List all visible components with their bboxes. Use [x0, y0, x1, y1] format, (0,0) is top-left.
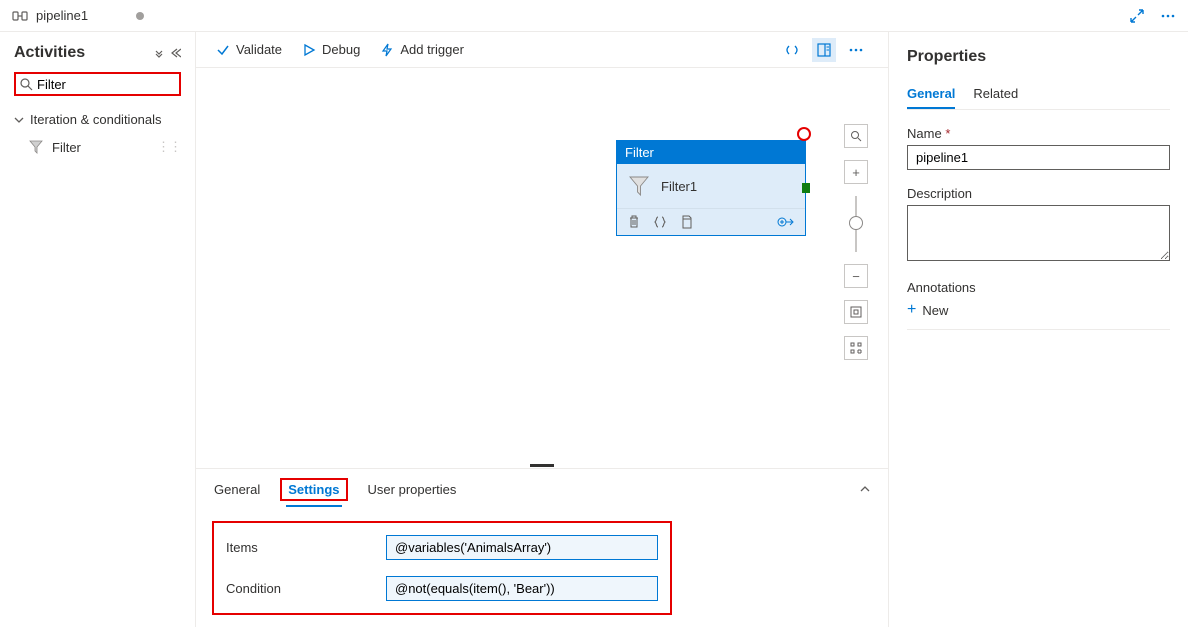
pipeline-canvas[interactable]: Filter Filter1 +: [196, 68, 888, 462]
activity-item-filter[interactable]: Filter ⋮⋮: [0, 133, 195, 161]
add-trigger-button[interactable]: Add trigger: [380, 42, 464, 57]
validate-button[interactable]: Validate: [216, 42, 282, 57]
activities-search-input[interactable]: [37, 77, 71, 92]
delete-icon[interactable]: [627, 215, 641, 229]
tab-title[interactable]: pipeline1: [36, 8, 88, 23]
collapse-panel-icon[interactable]: [858, 482, 872, 496]
drag-handle-icon: ⋮⋮: [157, 139, 181, 155]
canvas-controls: + −: [844, 124, 868, 372]
activities-sidebar: Activities Iteration & conditionals: [0, 32, 196, 627]
name-label: Name: [907, 126, 942, 141]
items-input[interactable]: [386, 535, 658, 560]
add-output-icon[interactable]: [777, 215, 795, 229]
properties-toggle-button[interactable]: [812, 38, 836, 62]
filter-icon: [627, 174, 651, 198]
activity-details-panel: General Settings User properties Items C…: [196, 468, 888, 627]
properties-tab-related[interactable]: Related: [973, 80, 1018, 109]
zoom-in-button[interactable]: +: [844, 160, 868, 184]
code-view-button[interactable]: [780, 38, 804, 62]
condition-input[interactable]: [386, 576, 658, 601]
node-type-label: Filter: [617, 141, 805, 164]
more-icon[interactable]: [1160, 8, 1176, 24]
filter-icon: [28, 139, 44, 155]
description-label: Description: [907, 186, 1170, 201]
pipeline-icon: [12, 8, 28, 24]
node-name: Filter1: [661, 179, 697, 194]
collapse-sidebar-icon[interactable]: [171, 47, 181, 59]
filter-activity-node[interactable]: Filter Filter1: [616, 140, 806, 236]
activity-group-iteration[interactable]: Iteration & conditionals: [0, 106, 195, 133]
search-icon: [20, 78, 33, 91]
canvas-search-button[interactable]: [844, 124, 868, 148]
properties-tab-general[interactable]: General: [907, 80, 955, 109]
plus-icon: +: [907, 301, 916, 319]
auto-layout-button[interactable]: [844, 336, 868, 360]
activity-group-label: Iteration & conditionals: [30, 112, 162, 127]
pipeline-name-input[interactable]: [907, 145, 1170, 170]
condition-label: Condition: [226, 581, 386, 596]
description-textarea[interactable]: [907, 205, 1170, 261]
properties-heading: Properties: [907, 48, 1170, 66]
braces-icon[interactable]: [653, 215, 667, 229]
tab-general[interactable]: General: [212, 474, 262, 505]
toolbar-more-icon[interactable]: [844, 38, 868, 62]
items-label: Items: [226, 540, 386, 555]
unsaved-indicator-icon: [136, 12, 144, 20]
fit-screen-button[interactable]: [844, 300, 868, 324]
activity-item-label: Filter: [52, 140, 81, 155]
chevron-down-icon: [14, 115, 24, 125]
zoom-out-button[interactable]: −: [844, 264, 868, 288]
expand-icon[interactable]: [1130, 9, 1144, 23]
new-annotation-button[interactable]: + New: [907, 301, 1170, 319]
collapse-groups-icon[interactable]: [153, 47, 165, 59]
editor-tab-bar: pipeline1: [0, 0, 1188, 32]
zoom-slider[interactable]: [855, 196, 857, 252]
debug-button[interactable]: Debug: [302, 42, 360, 57]
trigger-icon: [380, 43, 394, 57]
properties-panel: Properties General Related Name * Descri…: [888, 32, 1188, 627]
tab-settings[interactable]: Settings: [286, 474, 341, 507]
activities-heading: Activities: [14, 44, 153, 62]
activities-search[interactable]: [14, 72, 181, 96]
play-icon: [302, 43, 316, 57]
copy-icon[interactable]: [679, 215, 693, 229]
required-indicator: *: [945, 126, 950, 141]
output-port[interactable]: [802, 183, 810, 193]
validation-warning-icon: [797, 127, 811, 141]
tab-user-properties[interactable]: User properties: [366, 474, 459, 505]
annotations-label: Annotations: [907, 280, 1170, 295]
check-icon: [216, 43, 230, 57]
zoom-thumb[interactable]: [849, 216, 863, 230]
pipeline-toolbar: Validate Debug Add trigger: [196, 32, 888, 68]
